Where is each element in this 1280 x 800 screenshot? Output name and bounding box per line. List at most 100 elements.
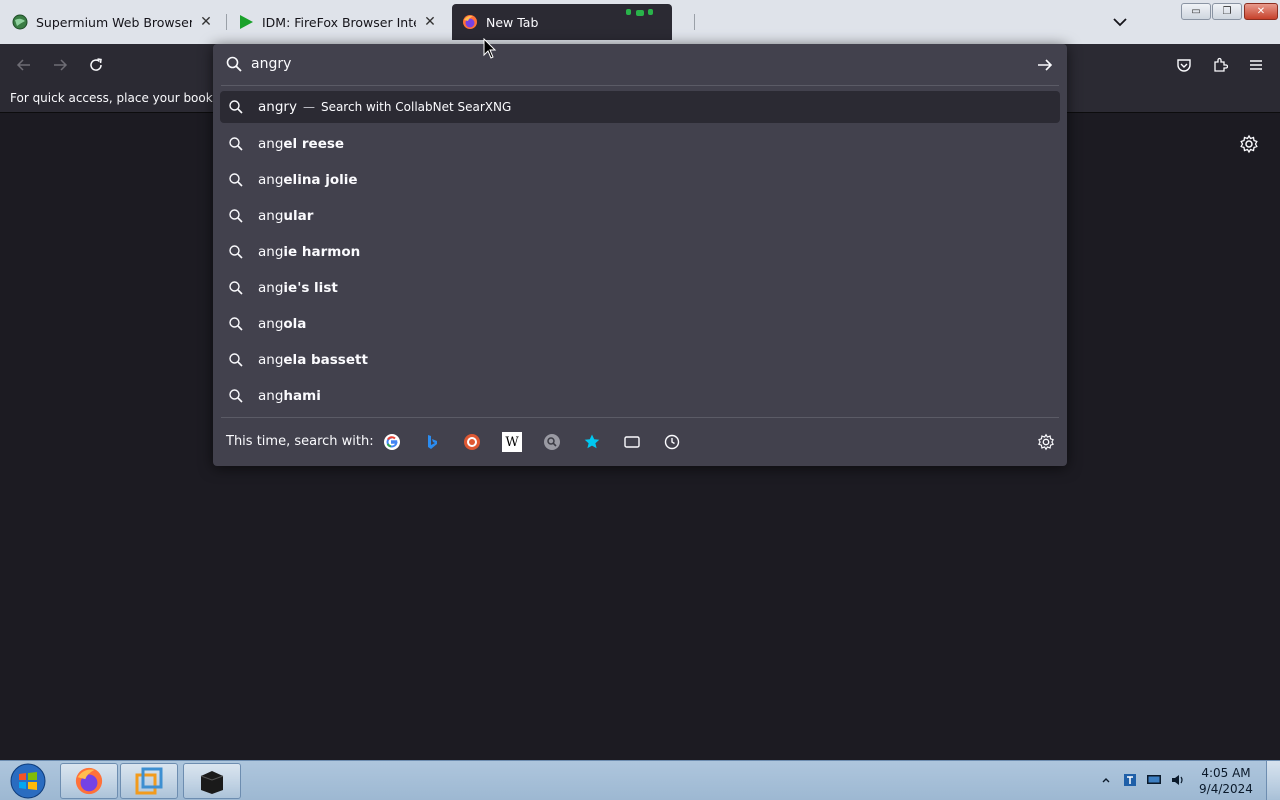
search-icon: [229, 281, 243, 295]
search-icon: [226, 56, 242, 72]
speaker-icon: [1172, 775, 1183, 785]
suggestion-completion: el reese: [283, 136, 345, 152]
tab-title: Supermium Web Browser: [36, 14, 192, 30]
app-menu-button[interactable]: [1243, 52, 1269, 78]
suggestion-row[interactable]: ang elina jolie: [220, 164, 1060, 196]
wikipedia-engine-button[interactable]: W: [502, 432, 522, 452]
google-engine-button[interactable]: [382, 432, 402, 452]
chevron-up-icon: [1102, 778, 1110, 783]
forward-button[interactable]: [47, 52, 73, 78]
result-dash: —: [302, 100, 315, 114]
search-icon: [229, 137, 243, 151]
close-tab-icon[interactable]: ✕: [198, 14, 214, 30]
firefox-icon: [75, 767, 103, 795]
suggestion-completion: ie harmon: [283, 244, 361, 260]
taskbar-firefox[interactable]: [60, 763, 118, 799]
suggestion-row[interactable]: ang ola: [220, 308, 1060, 340]
tab-idm[interactable]: IDM: FireFox Browser Integratio ✕: [228, 4, 448, 40]
urlbar-input[interactable]: [251, 53, 1011, 75]
suggestion-typed: ang: [258, 208, 284, 224]
suggestion-row[interactable]: ang ular: [220, 200, 1060, 232]
tab-title: IDM: FireFox Browser Integratio: [262, 14, 416, 30]
suggestion-completion: elina jolie: [283, 172, 358, 188]
suggestion-row[interactable]: ang ie harmon: [220, 236, 1060, 268]
search-settings-button[interactable]: [1036, 432, 1056, 452]
suggestion-completion: ela bassett: [283, 352, 368, 368]
tray-network-button[interactable]: [1146, 772, 1162, 788]
taskbar-app[interactable]: [183, 763, 241, 799]
list-all-tabs-button[interactable]: [1108, 10, 1132, 34]
suggestion-typed: ang: [258, 388, 284, 404]
extensions-button[interactable]: [1207, 52, 1233, 78]
tabs-icon: [624, 436, 640, 448]
close-window-button[interactable]: ✕: [1244, 3, 1278, 20]
result-typed: angry: [258, 99, 297, 115]
firefox-icon: [462, 14, 478, 30]
supermium-globe-icon: [12, 14, 28, 30]
reload-icon: [90, 58, 102, 71]
forward-arrow-icon: [54, 59, 68, 71]
suggestion-completion: ola: [283, 316, 307, 332]
minimize-button[interactable]: ▭: [1181, 3, 1211, 20]
windows-logo-icon: [10, 763, 46, 799]
tab-strip: Supermium Web Browser ✕ IDM: FireFox Bro…: [0, 0, 1280, 44]
tab-separator: [694, 14, 695, 30]
suggestion-typed: ang: [258, 136, 284, 152]
suggestion-row[interactable]: ang ela bassett: [220, 344, 1060, 376]
searxng-engine-button[interactable]: [542, 432, 562, 452]
vmware-icon: [135, 767, 163, 795]
tabs-engine-button[interactable]: [622, 432, 642, 452]
suggestion-row[interactable]: ang hami: [220, 380, 1060, 412]
hamburger-menu-icon: [1250, 60, 1262, 70]
close-tab-icon[interactable]: ✕: [422, 14, 438, 30]
back-button[interactable]: [11, 52, 37, 78]
google-icon: [384, 434, 400, 450]
bing-engine-button[interactable]: [422, 432, 442, 452]
pocket-button[interactable]: [1171, 52, 1197, 78]
tray-volume-button[interactable]: [1170, 772, 1186, 788]
search-icon: [229, 245, 243, 259]
suggestion-typed: ang: [258, 352, 284, 368]
taskbar-vmware[interactable]: [120, 763, 178, 799]
back-arrow-icon: [16, 59, 30, 71]
duckduckgo-engine-button[interactable]: [462, 432, 482, 452]
gear-icon: [1038, 433, 1054, 451]
clock-time: 4:05 AM: [1201, 766, 1251, 780]
clock-date: 9/4/2024: [1199, 782, 1253, 796]
searxng-icon: [544, 434, 560, 450]
show-hidden-icons-button[interactable]: [1098, 772, 1114, 788]
tray-app-button[interactable]: [1122, 772, 1138, 788]
search-icon: [229, 317, 243, 331]
monitor-icon: [1147, 775, 1161, 784]
go-button[interactable]: [1035, 55, 1055, 75]
new-tab-settings-button[interactable]: [1238, 133, 1260, 155]
search-icon: [229, 353, 243, 367]
tray-app-icon: [1124, 774, 1136, 786]
show-desktop-button[interactable]: [1266, 761, 1280, 800]
bookmarks-engine-button[interactable]: [582, 432, 602, 452]
bing-icon: [428, 435, 437, 449]
suggestion-typed: ang: [258, 172, 284, 188]
idm-play-icon: [238, 14, 254, 30]
tab-supermium[interactable]: Supermium Web Browser ✕: [2, 4, 224, 40]
restore-button[interactable]: ❐: [1212, 3, 1242, 20]
chevron-down-icon: [1113, 18, 1127, 27]
search-result-row[interactable]: angry — Search with CollabNet SearXNG: [220, 91, 1060, 123]
history-icon: [664, 434, 680, 450]
taskbar-clock[interactable]: 4:05 AM 9/4/2024: [1196, 765, 1256, 797]
puzzle-icon: [1214, 57, 1228, 72]
arrow-right-icon: [1038, 59, 1053, 71]
pocket-icon: [1177, 59, 1191, 72]
divider: [221, 85, 1059, 86]
start-button[interactable]: [4, 762, 52, 800]
suggestion-row[interactable]: ang ie's list: [220, 272, 1060, 304]
suggestion-typed: ang: [258, 316, 284, 332]
reload-button[interactable]: [83, 52, 109, 78]
search-icon: [229, 100, 243, 114]
history-engine-button[interactable]: [662, 432, 682, 452]
wikipedia-icon: W: [505, 434, 519, 450]
suggestion-row[interactable]: ang el reese: [220, 128, 1060, 160]
taskbar: 4:05 AM 9/4/2024: [0, 760, 1280, 800]
urlbar-popup: angry — Search with CollabNet SearXNG an…: [213, 44, 1067, 466]
suggestion-typed: ang: [258, 244, 284, 260]
